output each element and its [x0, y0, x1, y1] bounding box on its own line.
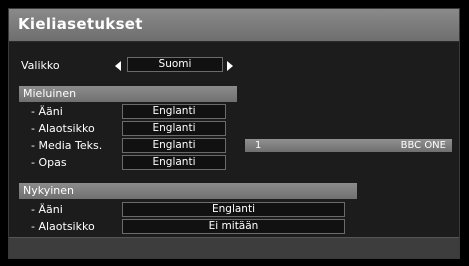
current-audio-label: - Ääni: [31, 203, 63, 216]
page-title: Kieliasetukset: [18, 15, 143, 33]
preferred-section-header: Mieluinen: [19, 86, 237, 102]
preferred-guide-label: - Opas: [31, 156, 67, 169]
preferred-guide-selector[interactable]: Englanti: [122, 155, 226, 170]
language-settings-screen: Kieliasetukset Valikko Suomi Mieluinen -…: [8, 8, 460, 259]
channel-number: 1: [255, 140, 262, 151]
title-bar: Kieliasetukset: [9, 9, 459, 42]
preferred-audio-label: - Ääni: [31, 105, 63, 118]
bottom-bar: [9, 237, 459, 258]
preferred-teletext-label: - Media Teks.: [31, 139, 103, 152]
menu-language-selector[interactable]: Suomi: [127, 57, 223, 72]
preferred-teletext-selector[interactable]: Englanti: [122, 138, 226, 153]
current-section-header: Nykyinen: [19, 183, 357, 199]
menu-language-row[interactable]: Valikko Suomi: [9, 57, 459, 73]
preferred-subtitle-selector[interactable]: Englanti: [122, 121, 226, 136]
preferred-subtitle-label: - Alaotsikko: [31, 122, 95, 135]
current-subtitle-label: - Alaotsikko: [31, 220, 95, 233]
preferred-audio-selector[interactable]: Englanti: [122, 104, 226, 119]
channel-name: BBC ONE: [400, 140, 446, 151]
channel-info-bar: 1 BBC ONE: [245, 139, 452, 152]
current-subtitle-value: Ei mitään: [122, 219, 345, 234]
arrow-right-icon[interactable]: [227, 61, 233, 71]
arrow-left-icon[interactable]: [115, 61, 121, 71]
menu-language-label: Valikko: [21, 59, 60, 72]
current-audio-value: Englanti: [122, 202, 345, 217]
